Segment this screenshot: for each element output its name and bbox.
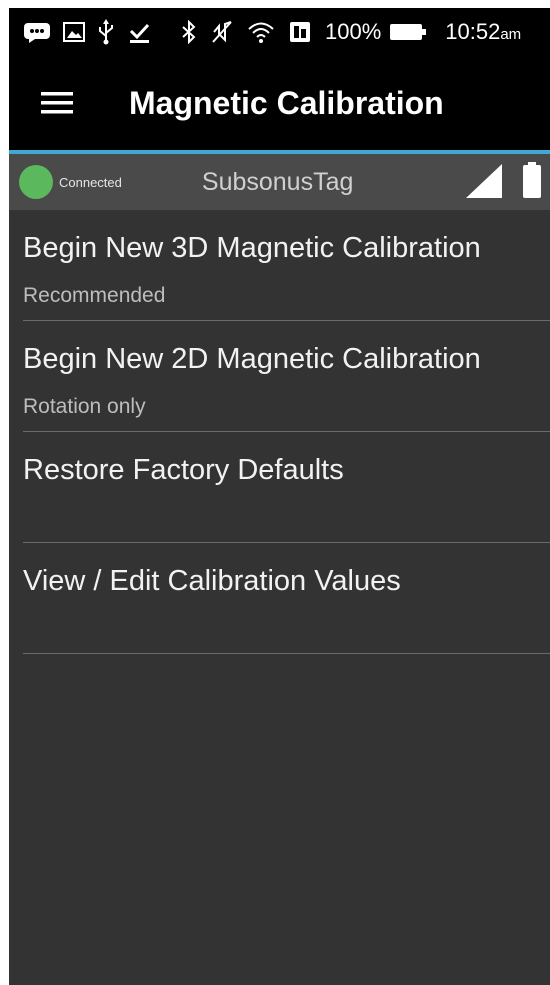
list-item-subtitle: Recommended xyxy=(23,284,166,307)
list-item-title: Restore Factory Defaults xyxy=(23,454,344,486)
connection-status-indicator xyxy=(19,165,53,199)
list-item-subtitle: Rotation only xyxy=(23,395,146,418)
signal-strength-icon xyxy=(466,164,502,203)
mute-icon xyxy=(211,20,233,44)
connection-status-label: Connected xyxy=(59,174,122,190)
usb-icon xyxy=(97,19,115,45)
page-title: Magnetic Calibration xyxy=(129,84,444,121)
connection-bar: Connected SubsonusTag xyxy=(9,154,550,210)
battery-full-icon xyxy=(389,22,427,42)
app-screen: 100% 10:52am Magnetic Calibration Connec… xyxy=(9,8,550,985)
nfc-icon xyxy=(289,21,311,43)
app-toolbar: Magnetic Calibration xyxy=(9,56,550,150)
list-item-begin-2d-calibration[interactable]: Begin New 2D Magnetic Calibration Rotati… xyxy=(23,321,550,432)
list-item-begin-3d-calibration[interactable]: Begin New 3D Magnetic Calibration Recomm… xyxy=(23,210,550,321)
gallery-icon xyxy=(63,22,85,42)
list-item-view-edit-calibration-values[interactable]: View / Edit Calibration Values xyxy=(23,543,550,654)
bluetooth-icon xyxy=(181,20,197,44)
clock: 10:52am xyxy=(445,19,521,45)
message-icon xyxy=(23,21,51,43)
device-battery-icon xyxy=(523,162,541,203)
hamburger-menu-icon xyxy=(41,92,73,114)
clock-time: 10:52 xyxy=(445,19,501,44)
calibration-options-list: Begin New 3D Magnetic Calibration Recomm… xyxy=(9,210,550,985)
list-item-title: Begin New 2D Magnetic Calibration xyxy=(23,343,481,375)
status-bar: 100% 10:52am xyxy=(9,8,550,56)
device-name: SubsonusTag xyxy=(201,167,354,196)
menu-button[interactable] xyxy=(25,71,89,135)
battery-percent: 100% xyxy=(325,19,382,44)
list-item-title: Begin New 3D Magnetic Calibration xyxy=(23,232,481,264)
wifi-icon xyxy=(247,20,275,44)
list-item-restore-factory-defaults[interactable]: Restore Factory Defaults xyxy=(23,432,550,543)
list-item-title: View / Edit Calibration Values xyxy=(23,565,401,597)
download-done-icon xyxy=(127,20,151,44)
clock-suffix: am xyxy=(500,26,522,43)
